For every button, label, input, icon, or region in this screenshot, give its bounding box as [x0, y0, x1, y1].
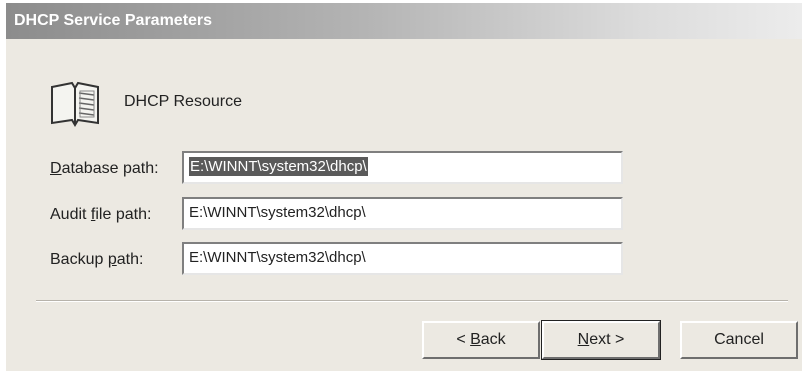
audit-file-path-label-rest: ile path: — [95, 206, 152, 223]
back-button-prefix: < — [456, 331, 471, 348]
next-button[interactable]: Next > — [541, 320, 661, 360]
database-path-value: E:\WINNT\system32\dhcp\ — [189, 157, 368, 176]
audit-file-path-label: Audit file path: — [50, 206, 151, 224]
dialog-title: DHCP Service Parameters — [6, 3, 802, 39]
backup-path-accel: p — [107, 251, 117, 268]
button-separator — [36, 300, 788, 302]
database-path-label-rest: atabase path: — [61, 160, 159, 177]
database-path-input[interactable]: E:\WINNT\system32\dhcp\ — [182, 151, 623, 184]
cancel-button-label: Cancel — [714, 331, 764, 348]
audit-file-path-label-prefix: Audit — [50, 206, 91, 223]
database-path-accel: D — [50, 160, 62, 177]
back-button[interactable]: < Back — [422, 321, 540, 359]
book-icon — [51, 81, 99, 127]
dhcp-parameters-dialog: DHCP Service Parameters DHCP Resource Da… — [6, 3, 802, 371]
backup-path-label-rest: ath: — [116, 251, 144, 268]
backup-path-label: Backup path: — [50, 251, 143, 269]
database-path-label: Database path: — [50, 160, 159, 178]
audit-file-path-value: E:\WINNT\system32\dhcp\ — [189, 204, 366, 221]
resource-label: DHCP Resource — [124, 93, 242, 110]
audit-file-path-input[interactable]: E:\WINNT\system32\dhcp\ — [182, 197, 623, 230]
next-button-rest: ext > — [589, 331, 625, 348]
back-button-rest: ack — [480, 331, 506, 348]
back-button-accel: B — [470, 331, 481, 348]
backup-path-value: E:\WINNT\system32\dhcp\ — [189, 249, 366, 266]
cancel-button[interactable]: Cancel — [680, 321, 798, 359]
next-button-accel: N — [577, 331, 590, 348]
backup-path-label-prefix: Backup — [50, 251, 108, 268]
backup-path-input[interactable]: E:\WINNT\system32\dhcp\ — [182, 242, 623, 275]
